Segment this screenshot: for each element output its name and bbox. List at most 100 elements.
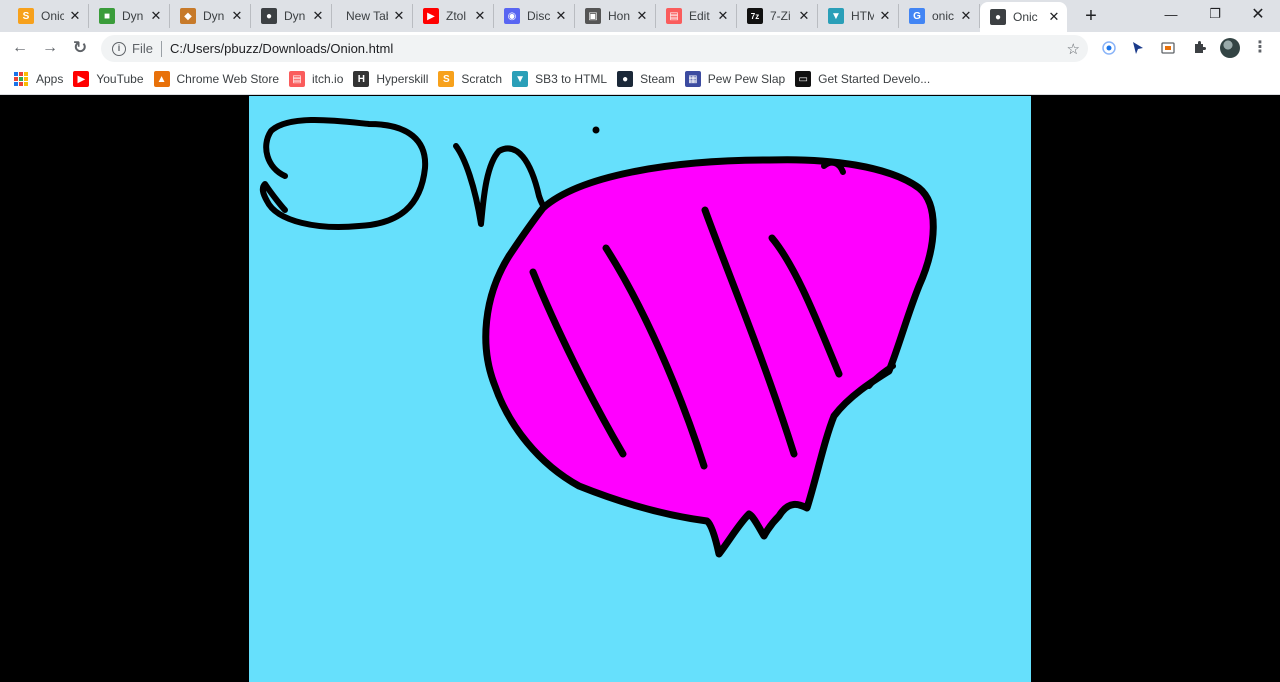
browser-tab[interactable]: ● Dyn ✕ xyxy=(251,4,332,28)
browser-tab[interactable]: ▣ Hon ✕ xyxy=(575,4,656,28)
browser-tab[interactable]: New Tab ✕ xyxy=(332,4,413,28)
tab-close-icon[interactable]: ✕ xyxy=(68,9,82,23)
url-text[interactable]: C:/Users/pbuzz/Downloads/Onion.html xyxy=(170,41,393,56)
browser-tab[interactable]: ■ Dyn ✕ xyxy=(89,4,170,28)
address-bar[interactable]: i File C:/Users/pbuzz/Downloads/Onion.ht… xyxy=(101,35,1088,62)
tab-title: onic xyxy=(932,9,955,23)
new-tab-button[interactable]: + xyxy=(1080,5,1102,27)
profile-avatar[interactable] xyxy=(1220,38,1240,58)
tab-close-icon[interactable]: ✕ xyxy=(230,9,244,23)
tab-close-icon[interactable]: ✕ xyxy=(716,9,730,23)
page-viewport xyxy=(0,96,1280,682)
cube-icon: ■ xyxy=(99,8,115,24)
browser-tab[interactable]: ● Onic ✕ xyxy=(980,2,1067,32)
browser-tab[interactable]: ◆ Dyn ✕ xyxy=(170,4,251,28)
reload-icon: ↻ xyxy=(72,38,88,57)
google-icon: G xyxy=(909,8,925,24)
sb3-icon: ▼ xyxy=(828,8,844,24)
bookmark-item[interactable]: ▤ itch.io xyxy=(287,65,351,93)
tab-close-icon[interactable]: ✕ xyxy=(797,9,811,23)
tab-title: Dyn xyxy=(203,9,225,23)
restore-button[interactable]: ❐ xyxy=(1194,0,1236,28)
browser-tab[interactable]: S Onic ✕ xyxy=(8,4,89,28)
discord-icon: ◉ xyxy=(504,8,520,24)
tab-close-icon[interactable]: ✕ xyxy=(311,9,325,23)
tab-close-icon[interactable]: ✕ xyxy=(473,9,487,23)
sb3-icon: ▼ xyxy=(512,71,529,87)
apps-icon xyxy=(14,72,28,86)
tab-strip: S Onic ✕ ■ Dyn ✕ ◆ Dyn ✕ ● Dyn ✕ New Tab ✕ ▶ Ztol ✕ ◉ Disc… xyxy=(0,0,1280,32)
youtube-icon: ▶ xyxy=(423,8,439,24)
scratch-icon: S xyxy=(18,8,34,24)
tab-close-icon[interactable]: ✕ xyxy=(635,9,649,23)
browser-tab[interactable]: ▤ Edit ✕ xyxy=(656,4,737,28)
tab-title: New Tab xyxy=(346,9,388,23)
tab-close-icon[interactable]: ✕ xyxy=(554,9,568,23)
tab-close-icon[interactable]: ✕ xyxy=(149,9,163,23)
webstore-icon: ▲ xyxy=(153,71,170,87)
tab-title: Edit xyxy=(689,9,710,23)
extension-cursor-icon[interactable] xyxy=(1130,40,1146,56)
reload-button[interactable]: ↻ xyxy=(68,36,92,60)
bookmark-label: Pew Pew Slap xyxy=(707,72,786,86)
browser-tab[interactable]: Gonic ✕ xyxy=(899,4,980,28)
bookmark-item[interactable]: ▶ YouTube xyxy=(71,65,151,93)
bookmark-label: Get Started Develo... xyxy=(818,72,931,86)
bookmark-label: itch.io xyxy=(312,72,344,86)
menu-dots-icon[interactable]: ⋮ xyxy=(1252,39,1268,57)
bookmark-label: Apps xyxy=(36,72,64,86)
box-icon: ▣ xyxy=(585,8,601,24)
bookmark-item[interactable]: ▭ Get Started Develo... xyxy=(793,65,938,93)
bookmark-item[interactable]: Apps xyxy=(12,65,71,93)
browser-tab[interactable]: ▶ Ztol ✕ xyxy=(413,4,494,28)
terminal-icon: ▭ xyxy=(795,71,812,87)
back-button[interactable]: ← xyxy=(8,36,32,60)
tab-title: 7-Zi xyxy=(770,9,791,23)
bookmark-item[interactable]: H Hyperskill xyxy=(351,65,436,93)
itchio-icon: ▤ xyxy=(666,8,682,24)
letter-o-stroke xyxy=(259,117,429,230)
tab-close-icon[interactable]: ✕ xyxy=(1047,10,1061,24)
onion-drawing xyxy=(259,117,937,558)
bookmarks-bar: Apps ▶ YouTube ▲ Chrome Web Store ▤ itch.io H Hy… xyxy=(0,64,1280,95)
hyperskill-icon: H xyxy=(353,71,370,87)
extension-circle-icon[interactable] xyxy=(1101,40,1117,56)
tab-close-icon[interactable]: ✕ xyxy=(959,9,973,23)
bookmark-item[interactable]: ● Steam xyxy=(615,65,683,93)
drawing-canvas[interactable] xyxy=(249,96,1031,682)
sevenzip-icon: 7z xyxy=(747,8,763,24)
extensions-puzzle-icon[interactable] xyxy=(1191,40,1207,56)
browser-tab[interactable]: 7z 7-Zi ✕ xyxy=(737,4,818,28)
tab-title: Onic xyxy=(41,9,64,23)
arrow-right-icon: → xyxy=(42,39,58,56)
tab-close-icon[interactable]: ✕ xyxy=(878,9,892,23)
scratch-icon: S xyxy=(438,71,455,87)
info-icon[interactable]: i xyxy=(112,41,126,56)
browser-tab[interactable]: ▼ HTM ✕ xyxy=(818,4,899,28)
tab-title: Onic xyxy=(1013,10,1038,24)
bookmark-item[interactable]: ▦ Pew Pew Slap xyxy=(683,65,793,93)
forward-button[interactable]: → xyxy=(38,36,62,60)
game-icon: ◆ xyxy=(180,8,196,24)
bookmark-star-icon[interactable]: ☆ xyxy=(1067,40,1080,58)
browser-tab[interactable]: ◉ Disc ✕ xyxy=(494,4,575,28)
bookmark-label: Chrome Web Store xyxy=(176,72,280,86)
bookmark-label: Scratch xyxy=(461,72,503,86)
extension-cast-icon[interactable] xyxy=(1160,40,1176,56)
bookmark-label: Hyperskill xyxy=(376,72,429,86)
letter-i-dot xyxy=(592,126,600,134)
bookmark-item[interactable]: ▲ Chrome Web Store xyxy=(152,65,288,93)
globe-icon: ● xyxy=(990,9,1006,25)
tab-title: Dyn xyxy=(122,9,144,23)
minimize-button[interactable]: — xyxy=(1150,0,1192,28)
arrow-left-icon: ← xyxy=(12,39,28,56)
steam-icon: ● xyxy=(617,71,634,87)
bookmark-item[interactable]: ▼ SB3 to HTML xyxy=(510,65,615,93)
toolbar: ← → ↻ i File C:/Users/pbuzz/Downloads/On… xyxy=(0,32,1280,64)
bookmark-item[interactable]: S Scratch xyxy=(436,65,510,93)
tab-close-icon[interactable]: ✕ xyxy=(392,9,406,23)
bookmark-label: Steam xyxy=(640,72,675,86)
globe-icon: ● xyxy=(261,8,277,24)
close-window-button[interactable]: ✕ xyxy=(1237,0,1279,28)
tab-title: Dyn xyxy=(284,9,306,23)
